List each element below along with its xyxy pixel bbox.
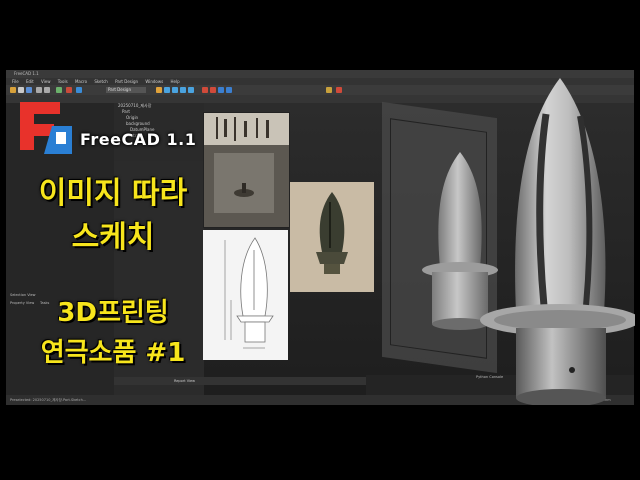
reference-drawing xyxy=(203,230,288,360)
groove-icon[interactable] xyxy=(226,87,232,93)
redo-icon[interactable] xyxy=(44,87,50,93)
menu-tools[interactable]: Tools xyxy=(58,78,68,85)
save-icon[interactable] xyxy=(26,87,32,93)
reference-photo-artifact xyxy=(290,182,374,292)
brand-title: FreeCAD 1.1 xyxy=(80,130,197,149)
menu-sketch[interactable]: Sketch xyxy=(94,78,107,85)
menu-file[interactable]: File xyxy=(12,78,19,85)
letterbox-top xyxy=(0,0,640,70)
open-file-icon[interactable] xyxy=(18,87,24,93)
menu-part-design[interactable]: Part Design xyxy=(115,78,138,85)
view-front-icon[interactable] xyxy=(172,87,178,93)
menu-macro[interactable]: Macro xyxy=(75,78,87,85)
macro-record-icon[interactable] xyxy=(66,87,72,93)
view-top-icon[interactable] xyxy=(180,87,186,93)
new-file-icon[interactable] xyxy=(10,87,16,93)
fillet-icon[interactable] xyxy=(336,87,342,93)
menu-help[interactable]: Help xyxy=(171,78,180,85)
headline-line-2: 스케치 xyxy=(71,220,155,255)
headline-line-4: 연극소품 #1 xyxy=(40,338,186,368)
pad-icon[interactable] xyxy=(202,87,208,93)
video-thumbnail: FreeCAD 1.1 File Edit View Tools Macro S… xyxy=(0,0,640,480)
fit-all-icon[interactable] xyxy=(156,87,162,93)
letterbox-bottom xyxy=(0,405,640,480)
revolution-icon[interactable] xyxy=(210,87,216,93)
headline-line-3: 3D프린팅 xyxy=(57,298,169,328)
report-view-tab[interactable]: Report View xyxy=(174,379,195,383)
menu-windows[interactable]: Windows xyxy=(145,78,163,85)
sketch-icon[interactable] xyxy=(326,87,332,93)
refresh-icon[interactable] xyxy=(56,87,62,93)
view-right-icon[interactable] xyxy=(188,87,194,93)
freecad-logo-icon xyxy=(20,102,72,154)
view-iso-icon[interactable] xyxy=(164,87,170,93)
large-3d-render xyxy=(480,78,635,407)
reference-photo-museum xyxy=(203,112,290,228)
menu-edit[interactable]: Edit xyxy=(26,78,34,85)
macro-run-icon[interactable] xyxy=(76,87,82,93)
status-preselection: Preselected: 20250710_제사장.Part.Sketch... xyxy=(10,398,87,402)
menu-view[interactable]: View xyxy=(41,78,51,85)
workbench-selector[interactable]: Part Design xyxy=(106,87,146,93)
undo-icon[interactable] xyxy=(36,87,42,93)
headline-line-1: 이미지 따라 xyxy=(38,176,188,211)
pocket-icon[interactable] xyxy=(218,87,224,93)
